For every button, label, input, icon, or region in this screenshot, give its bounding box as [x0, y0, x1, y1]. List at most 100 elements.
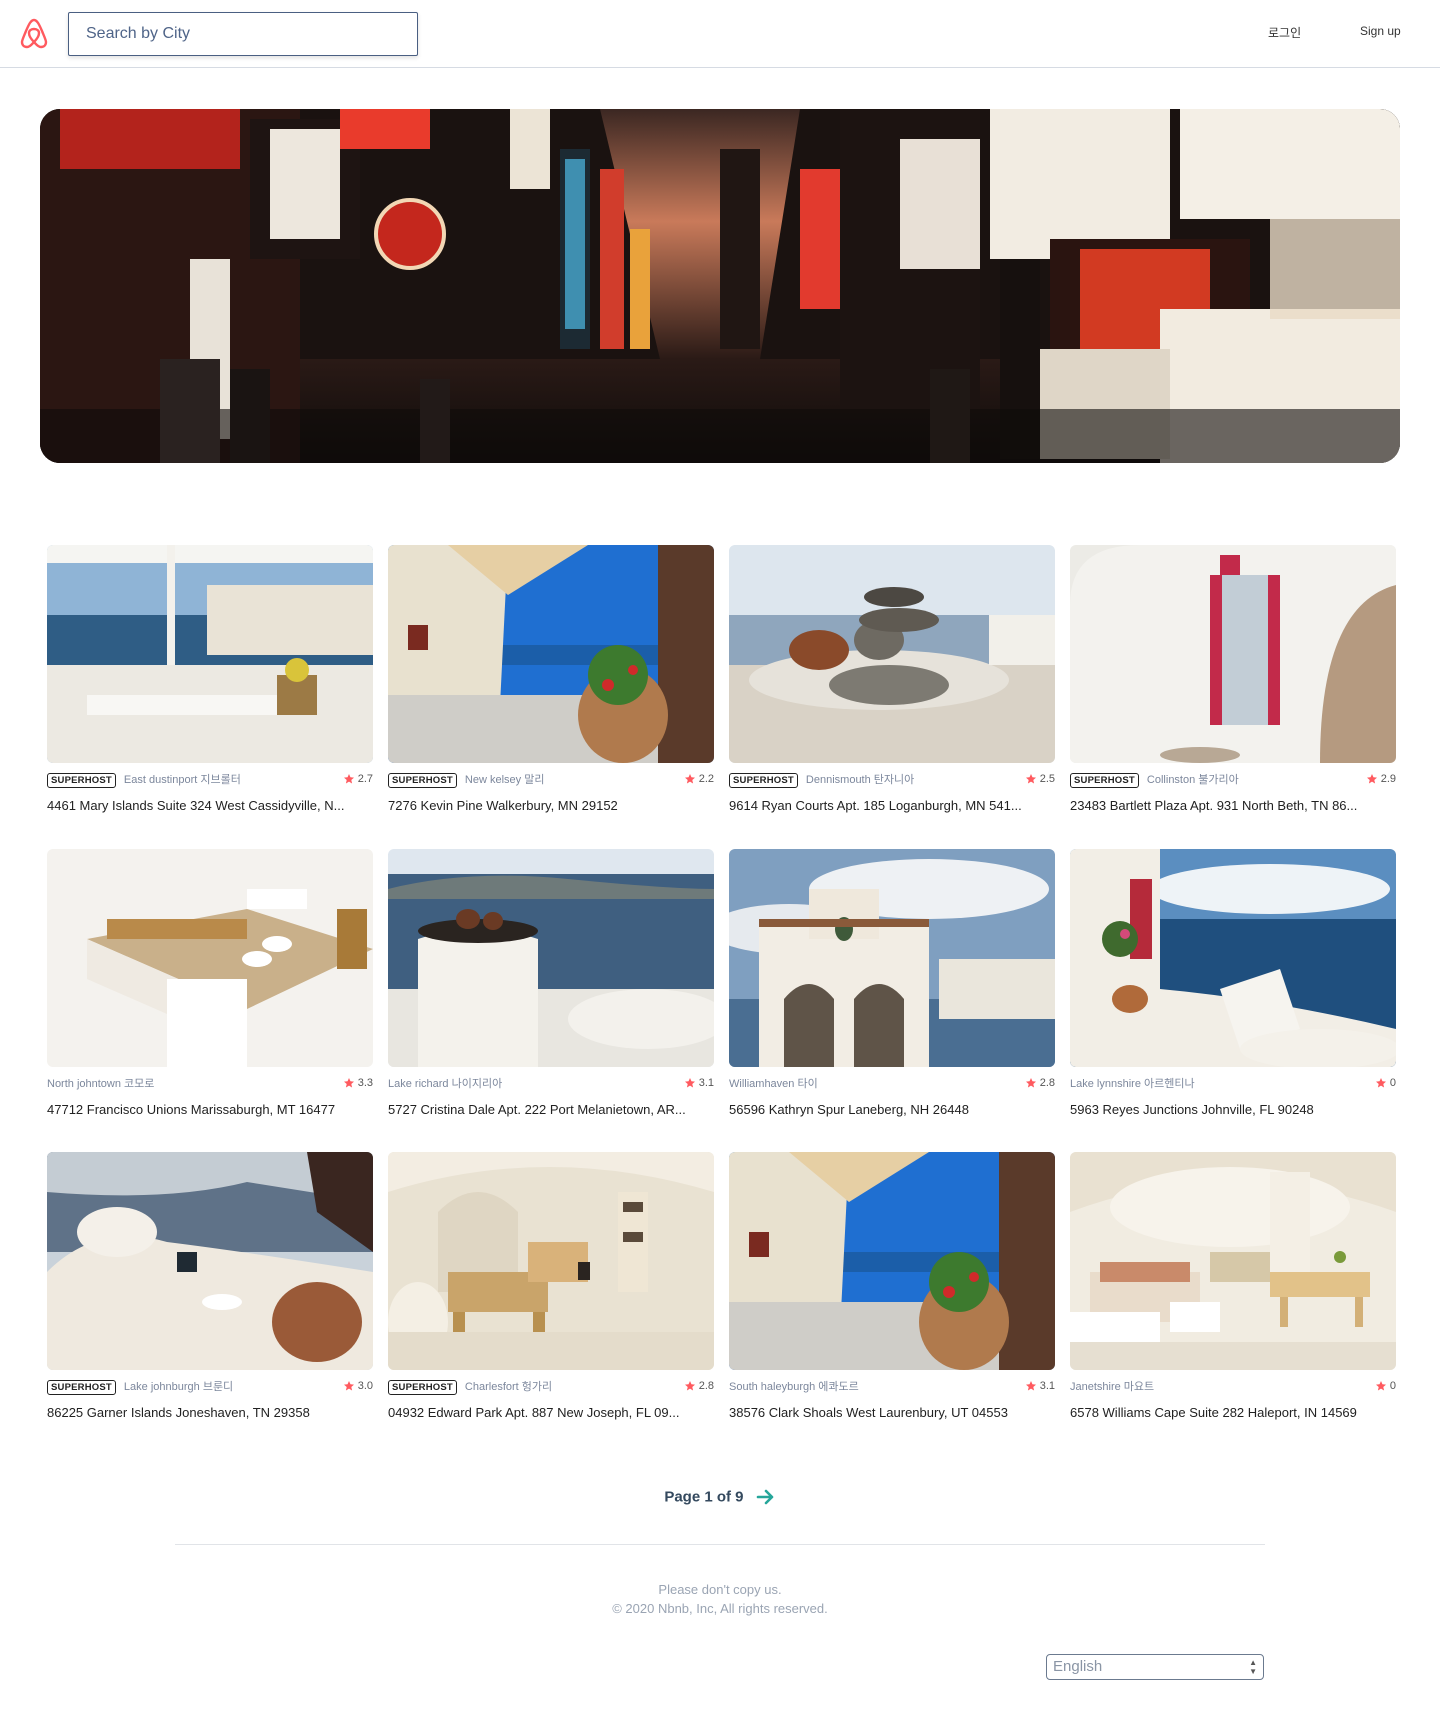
superhost-badge: SUPERHOST [47, 1379, 116, 1395]
listing-card[interactable]: North johntown 코모로 3.3 47712 Francisco Uni… [47, 849, 373, 1117]
listing-card[interactable]: Lake richard 나이지리아 3.1 5727 Cristina Dale … [388, 849, 714, 1117]
listing-photo[interactable] [1070, 849, 1396, 1067]
listing-card[interactable]: Janetshire 마요트 0 6578 Williams Cape Suite … [1070, 1152, 1396, 1420]
listing-address: 38576 Clark Shoals West Laurenbury, UT 0… [729, 1405, 1008, 1420]
listing-photo[interactable] [47, 545, 373, 763]
arrow-right-icon[interactable] [756, 1488, 776, 1506]
listing-rating: 0 [1375, 1378, 1396, 1394]
listing-meta: SUPERHOST Collinston 불가리아 2.9 [1070, 771, 1396, 789]
language-select[interactable]: English ▲ ▼ [1046, 1654, 1264, 1680]
listing-city: North johntown 코모로 [47, 1078, 155, 1090]
listing-meta: SUPERHOST East dustinport 지브롤터 2.7 [47, 771, 373, 789]
listing-city: East dustinport 지브롤터 [123, 774, 241, 786]
star-icon [1366, 774, 1377, 784]
listing-card[interactable]: SUPERHOST Dennismouth 탄자니아 2.5 9614 Ryan Co… [729, 545, 1055, 813]
language-value: English [1053, 1658, 1103, 1675]
rating-value: 3.0 [357, 1380, 373, 1392]
listing-card[interactable]: SUPERHOST Collinston 불가리아 2.9 23483 Bartlet… [1070, 545, 1396, 813]
listing-card[interactable]: SUPERHOST New kelsey 말리 2.2 7276 Kevin Pine… [388, 545, 714, 813]
listing-meta: Williamhaven 타이 2.8 [729, 1075, 1055, 1093]
listing-photo-image [729, 545, 1055, 763]
listing-photo-image [729, 849, 1055, 1067]
listing-city: Collinston 불가리아 [1146, 774, 1239, 786]
star-icon [684, 1078, 695, 1088]
listing-rating: 3.3 [343, 1075, 373, 1091]
listing-card[interactable]: SUPERHOST Lake johnburgh 브룬디 3.0 86225 Garn… [47, 1152, 373, 1420]
listing-photo[interactable] [388, 849, 714, 1067]
listing-address: 04932 Edward Park Apt. 887 New Joseph, F… [388, 1405, 680, 1420]
listing-city: Charlesfort 헝가리 [464, 1381, 553, 1393]
star-icon [684, 774, 695, 784]
listing-photo-image [47, 1152, 373, 1370]
pagination: Page 1 of 9 [0, 1488, 1440, 1506]
listing-photo-image [388, 545, 714, 763]
listing-photo-image [1070, 545, 1396, 763]
rating-value: 2.8 [1039, 1077, 1055, 1089]
star-icon [1375, 1381, 1386, 1391]
listing-address: 7276 Kevin Pine Walkerbury, MN 29152 [388, 798, 618, 813]
listing-address: 56596 Kathryn Spur Laneberg, NH 26448 [729, 1102, 969, 1117]
listing-meta: Lake richard 나이지리아 3.1 [388, 1075, 714, 1093]
listing-meta: SUPERHOST Charlesfort 헝가리 2.8 [388, 1378, 714, 1396]
listing-photo[interactable] [388, 545, 714, 763]
listing-city: Dennismouth 탄자니아 [805, 774, 915, 786]
listing-rating: 3.1 [684, 1075, 714, 1091]
rating-value: 0 [1389, 1077, 1396, 1089]
login-link[interactable]: 로그인 [1268, 24, 1301, 41]
signup-link[interactable]: Sign up [1360, 24, 1401, 38]
superhost-badge: SUPERHOST [729, 772, 798, 788]
listing-photo[interactable] [388, 1152, 714, 1370]
footer-disclaimer: Please don't copy us. [658, 1582, 782, 1597]
listing-city: South haleyburgh 에콰도르 [729, 1381, 859, 1393]
listing-address: 5963 Reyes Junctions Johnville, FL 90248 [1070, 1102, 1314, 1117]
star-icon [343, 1078, 354, 1088]
listing-address: 5727 Cristina Dale Apt. 222 Port Melanie… [388, 1102, 686, 1117]
listing-photo[interactable] [729, 849, 1055, 1067]
rating-value: 2.2 [698, 773, 714, 785]
star-icon [1025, 1381, 1036, 1391]
star-icon [1025, 1078, 1036, 1088]
hero-banner [40, 109, 1400, 463]
listing-photo[interactable] [1070, 545, 1396, 763]
listing-city: Lake richard 나이지리아 [388, 1078, 503, 1090]
listing-address: 6578 Williams Cape Suite 282 Haleport, I… [1070, 1405, 1357, 1420]
footer-divider [175, 1544, 1265, 1545]
hero-street-image [40, 109, 1400, 463]
listing-card[interactable]: SUPERHOST Charlesfort 헝가리 2.8 04932 Edward … [388, 1152, 714, 1420]
page-indicator: Page 1 of 9 [664, 1488, 744, 1506]
listing-rating: 3.0 [343, 1378, 373, 1394]
rating-value: 3.3 [357, 1077, 373, 1089]
listing-address: 9614 Ryan Courts Apt. 185 Loganburgh, MN… [729, 798, 1022, 813]
listing-address: 23483 Bartlett Plaza Apt. 931 North Beth… [1070, 798, 1358, 813]
listing-card[interactable]: South haleyburgh 에콰도르 3.1 38576 Clark Shoa… [729, 1152, 1055, 1420]
listing-card[interactable]: Lake lynnshire 아르헨티나 0 5963 Reyes Junction… [1070, 849, 1396, 1117]
listing-meta: SUPERHOST Dennismouth 탄자니아 2.5 [729, 771, 1055, 789]
listing-card[interactable]: Williamhaven 타이 2.8 56596 Kathryn Spur Lan… [729, 849, 1055, 1117]
listing-photo[interactable] [729, 1152, 1055, 1370]
listing-photo[interactable] [47, 849, 373, 1067]
listing-photo-image [47, 849, 373, 1067]
rating-value: 2.8 [698, 1380, 714, 1392]
listing-rating: 2.8 [684, 1378, 714, 1394]
listing-city: Williamhaven 타이 [729, 1078, 818, 1090]
listing-address: 4461 Mary Islands Suite 324 West Cassidy… [47, 798, 345, 813]
listing-photo[interactable] [47, 1152, 373, 1370]
listing-photo-image [388, 1152, 714, 1370]
listing-photo-image [388, 849, 714, 1067]
listing-rating: 2.8 [1025, 1075, 1055, 1091]
airbnb-logo-icon[interactable] [18, 16, 50, 50]
listing-rating: 2.5 [1025, 771, 1055, 787]
listing-card[interactable]: SUPERHOST East dustinport 지브롤터 2.7 4461 Mar… [47, 545, 373, 813]
listing-meta: Lake lynnshire 아르헨티나 0 [1070, 1075, 1396, 1093]
superhost-badge: SUPERHOST [47, 772, 116, 788]
star-icon [1375, 1078, 1386, 1088]
listing-meta: South haleyburgh 에콰도르 3.1 [729, 1378, 1055, 1396]
listing-photo-image [47, 545, 373, 763]
listing-rating: 0 [1375, 1075, 1396, 1091]
rating-value: 3.1 [698, 1077, 714, 1089]
listing-photo[interactable] [1070, 1152, 1396, 1370]
search-input[interactable] [68, 12, 418, 56]
listing-photo[interactable] [729, 545, 1055, 763]
listing-city: Janetshire 마요트 [1070, 1381, 1155, 1393]
star-icon [343, 1381, 354, 1391]
